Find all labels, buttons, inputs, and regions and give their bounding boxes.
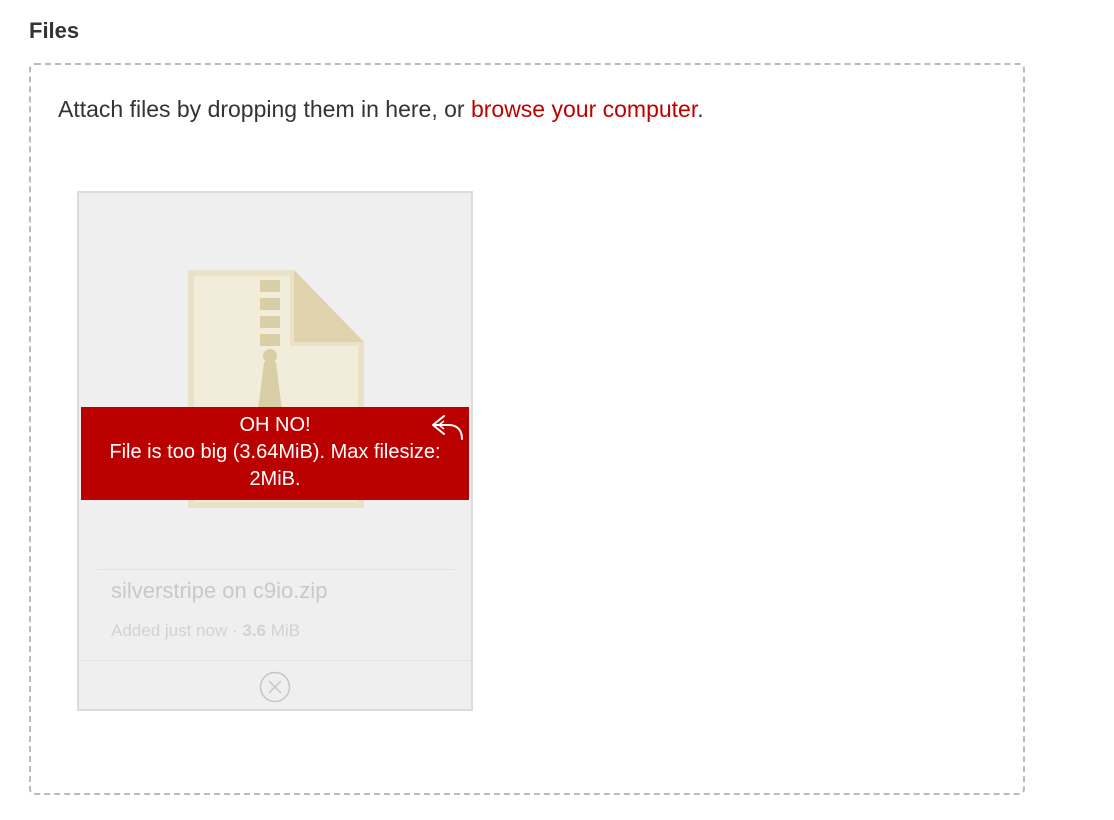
file-preview-card: OH NO! File is too big (3.64MiB). Max fi… [77,191,473,711]
file-added-text: Added just now [111,621,228,640]
circle-x-icon[interactable] [259,671,291,703]
file-size-unit: MiB [266,621,300,640]
error-message: File is too big (3.64MiB). Max filesize:… [109,441,441,490]
file-size-value: 3.6 [242,621,266,640]
file-meta: Added just now · 3.6 MiB [111,621,300,641]
instructions-suffix: . [697,96,704,122]
dropzone-instructions: Attach files by dropping them in here, o… [58,96,704,123]
browse-computer-link[interactable]: browse your computer [471,96,697,122]
section-title: Files [29,18,80,43]
file-dropzone[interactable]: Attach files by dropping them in here, o… [29,63,1025,795]
file-name: silverstripe on c9io.zip [111,578,328,603]
divider [79,660,471,661]
divider [97,569,455,570]
reply-arrow-icon[interactable] [431,413,465,441]
error-title: OH NO! [239,414,311,436]
instructions-text: Attach files by dropping them in here, o… [58,96,471,122]
meta-separator: · [227,621,243,640]
error-banner: OH NO! File is too big (3.64MiB). Max fi… [81,407,469,500]
